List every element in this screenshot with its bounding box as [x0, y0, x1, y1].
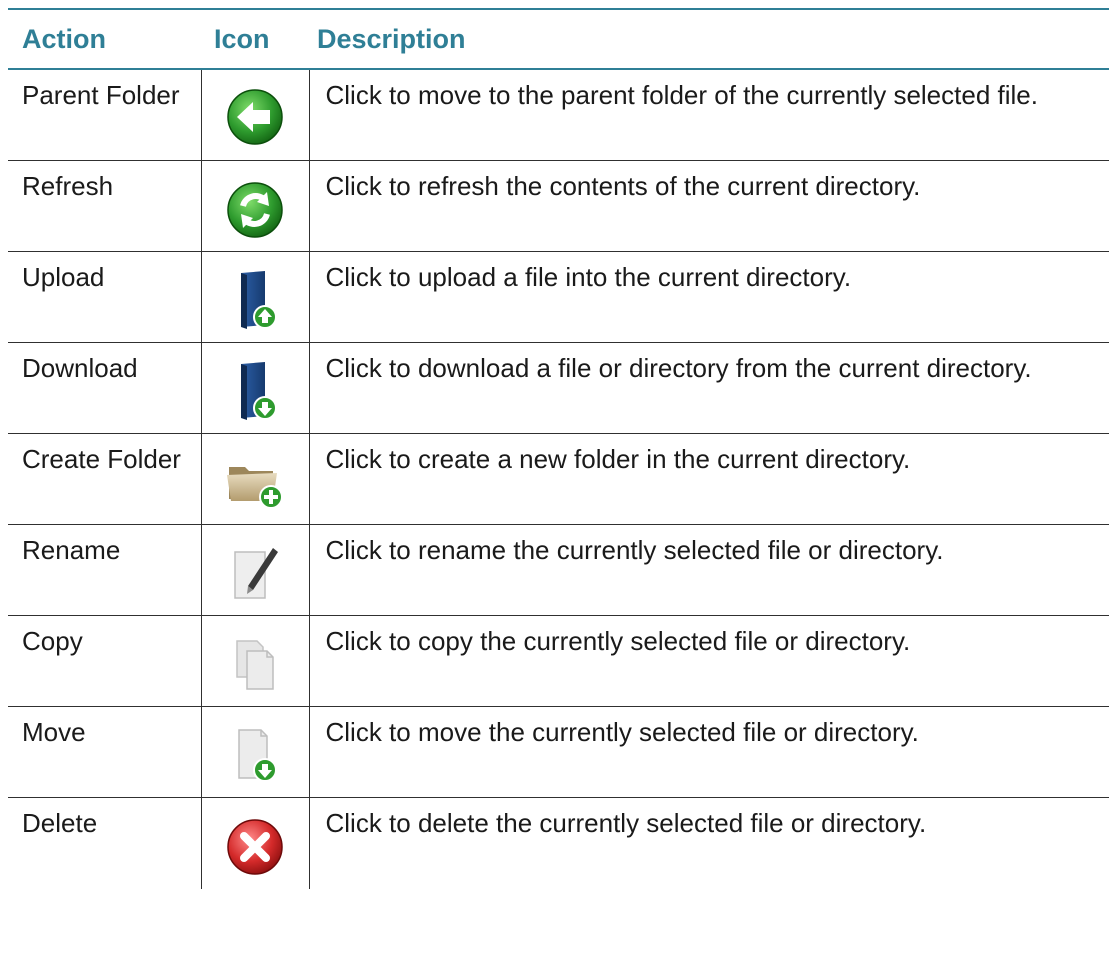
table-row: Parent Folder Click to move to the paren…: [8, 69, 1109, 161]
action-cell: Rename: [8, 524, 201, 616]
description-cell: Click to move the currently selected fil…: [309, 706, 1109, 798]
table-row: Move Click to move the currently selecte…: [8, 706, 1109, 798]
refresh-icon: [223, 176, 287, 240]
action-cell: Create Folder: [8, 433, 201, 525]
table-row: Upload Click to upload a file into the c…: [8, 251, 1109, 343]
table-header-row: Action Icon Description: [8, 8, 1109, 70]
table-row: Copy Click to copy the currently selecte…: [8, 615, 1109, 707]
action-cell: Parent Folder: [8, 69, 201, 161]
download-icon: [223, 358, 287, 422]
upload-icon: [223, 267, 287, 331]
table-row: Rename Click to rename the currently sel…: [8, 524, 1109, 616]
description-cell: Click to rename the currently selected f…: [309, 524, 1109, 616]
action-cell: Move: [8, 706, 201, 798]
description-cell: Click to download a file or directory fr…: [309, 342, 1109, 434]
action-cell: Copy: [8, 615, 201, 707]
description-cell: Click to copy the currently selected fil…: [309, 615, 1109, 707]
description-cell: Click to refresh the contents of the cur…: [309, 160, 1109, 252]
action-cell: Upload: [8, 251, 201, 343]
parent-folder-icon: [223, 85, 287, 149]
copy-icon: [223, 631, 287, 695]
action-cell: Delete: [22, 807, 98, 838]
create-folder-icon: [223, 449, 287, 513]
rename-icon: [223, 540, 287, 604]
table-row: Download Click to download a file or dir…: [8, 342, 1109, 434]
delete-icon: [223, 813, 287, 877]
header-action: Action: [8, 8, 201, 70]
header-description: Description: [309, 8, 1109, 70]
table-row: Create Folder Click to create a new fold…: [8, 433, 1109, 525]
move-icon: [223, 722, 287, 786]
description-cell: Click to delete the currently selected f…: [325, 807, 927, 838]
action-cell: Refresh: [8, 160, 201, 252]
action-cell: Download: [8, 342, 201, 434]
table-row: Delete Click to delete the currently sel…: [8, 797, 1109, 889]
description-cell: Click to create a new folder in the curr…: [309, 433, 1109, 525]
table-row: Refresh Click to refresh the contents of…: [8, 160, 1109, 252]
description-cell: Click to move to the parent folder of th…: [309, 69, 1109, 161]
file-actions-table: Action Icon Description Parent Folder Cl…: [8, 8, 1109, 889]
description-cell: Click to upload a file into the current …: [309, 251, 1109, 343]
header-icon: Icon: [201, 8, 309, 70]
